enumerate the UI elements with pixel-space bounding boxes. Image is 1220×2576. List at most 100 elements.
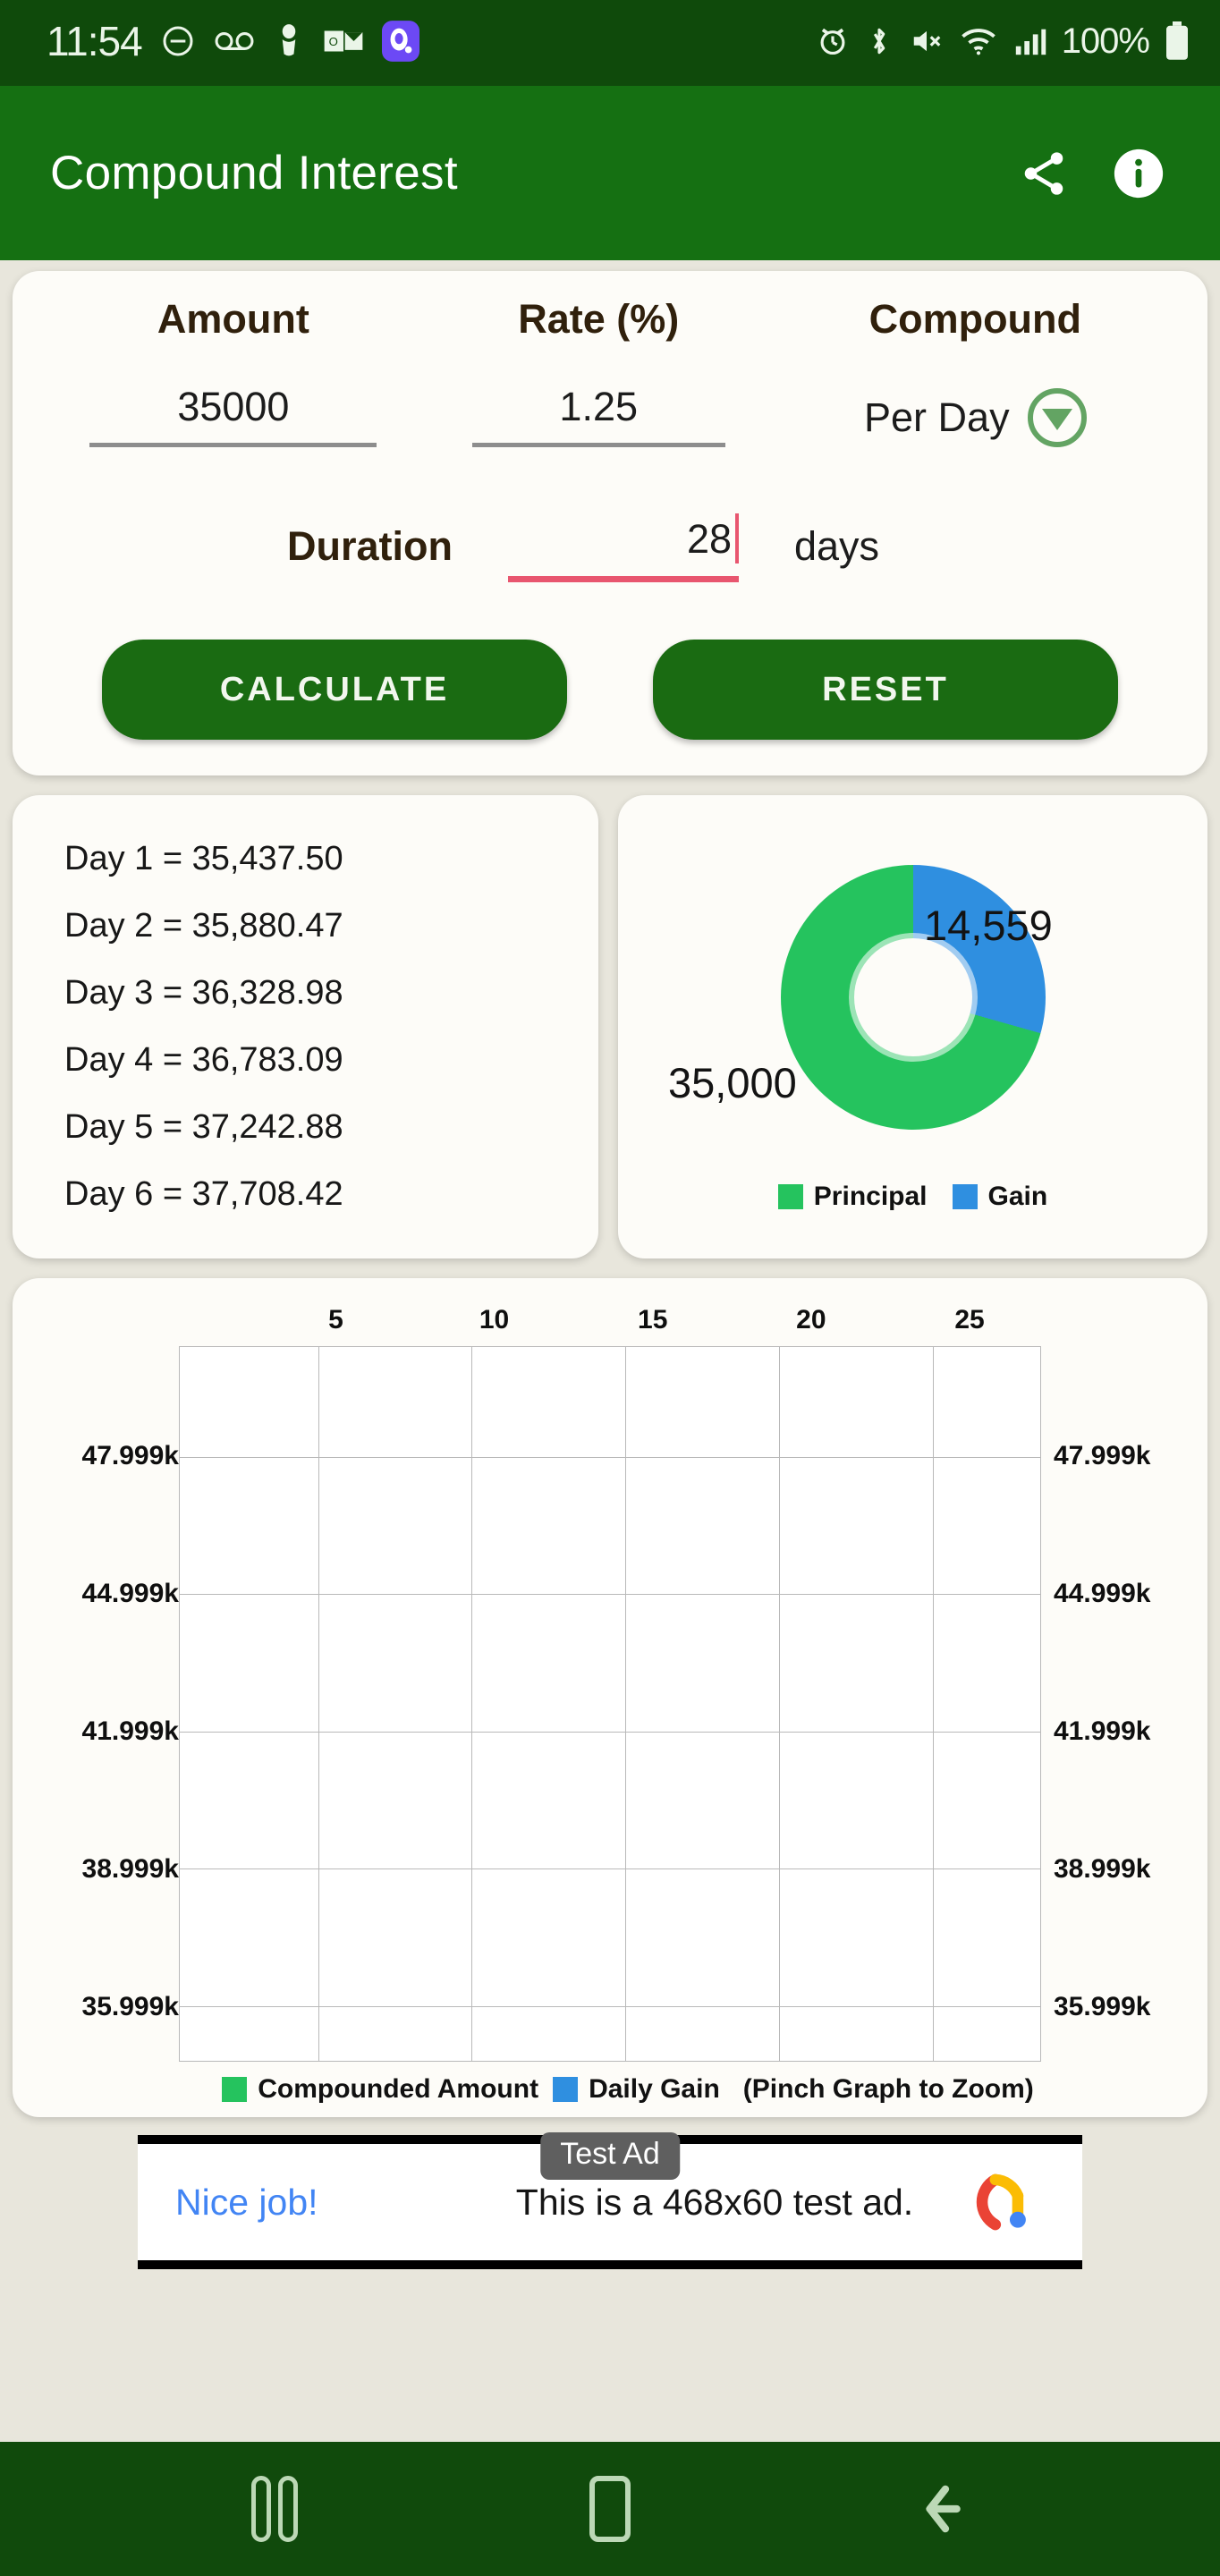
y-axis-tick-label: 47.999k	[1054, 1441, 1151, 1471]
legend-compounded-amount-label: Compounded Amount	[258, 2074, 539, 2104]
gridline	[318, 1347, 319, 2061]
x-axis-tick-label: 10	[479, 1305, 510, 1335]
duration-row: Duration 28 days	[13, 447, 1207, 582]
gridline	[180, 1456, 1040, 1458]
amount-value[interactable]: 35000	[89, 384, 377, 447]
ad-inner[interactable]: Test Ad Nice job! This is a 468x60 test …	[138, 2132, 1082, 2260]
bar-chart-x-axis: 5 10 15 20 25	[27, 1292, 1193, 1346]
bar-chart-y-axis-left: 35.999k 38.999k 41.999k 44.999k 47.999k	[27, 1346, 179, 2062]
voicemail-icon	[214, 23, 255, 59]
signal-icon	[1012, 24, 1046, 58]
legend-daily-gain-label: Daily Gain	[589, 2074, 720, 2104]
legend-gain-label: Gain	[987, 1182, 1048, 1211]
legend-swatch-gain	[952, 1184, 978, 1209]
system-navigation-bar	[0, 2442, 1220, 2576]
status-bar-left: 11:54 O	[47, 17, 419, 65]
gridline	[180, 1868, 1040, 1870]
x-axis-tick-label: 25	[954, 1305, 985, 1335]
input-card: Amount Rate (%) Compound 35000 1.25 Per …	[13, 271, 1207, 775]
bar-chart-bars	[180, 1347, 1040, 2061]
results-row: Day 1 = 35,437.50 Day 2 = 35,880.47 Day …	[13, 795, 1207, 1258]
duration-unit-label: days	[794, 523, 880, 569]
outlook-icon: O	[323, 23, 364, 59]
legend-principal: Principal	[777, 1182, 928, 1212]
list-item: Day 6 = 37,708.42	[64, 1175, 343, 1213]
bar-chart-card[interactable]: 5 10 15 20 25 35.999k 38.999k 41.999k 44.999k 47…	[13, 1278, 1207, 2117]
input-fields-row: 35000 1.25 Per Day	[13, 343, 1207, 447]
calculate-button[interactable]: CALCULATE	[102, 640, 567, 740]
bluetooth-icon	[865, 24, 894, 58]
rate-label: Rate (%)	[518, 296, 680, 342]
status-bar-right: 100%	[816, 21, 1190, 62]
rate-value[interactable]: 1.25	[471, 384, 725, 447]
list-item: Day 3 = 36,328.98	[64, 974, 343, 1012]
legend-swatch-daily-gain	[553, 2077, 579, 2102]
status-bar-clock: 11:54	[47, 18, 143, 64]
battery-percent-label: 100%	[1061, 21, 1150, 61]
status-bar: 11:54 O 100%	[0, 0, 1220, 86]
reset-button[interactable]: RESET	[653, 640, 1118, 740]
y-axis-tick-label: 38.999k	[81, 1853, 179, 1884]
y-axis-tick-label: 38.999k	[1054, 1853, 1151, 1884]
day-list-card[interactable]: Day 1 = 35,437.50 Day 2 = 35,880.47 Day …	[13, 795, 598, 1258]
action-buttons-row: CALCULATE RESET	[13, 582, 1207, 740]
y-axis-tick-label: 35.999k	[81, 1991, 179, 2021]
gridline	[180, 1594, 1040, 1596]
legend-principal-label: Principal	[813, 1182, 928, 1211]
y-axis-tick-label: 47.999k	[81, 1441, 179, 1471]
x-axis-tick-label: 20	[796, 1305, 826, 1335]
amount-label: Amount	[157, 296, 309, 342]
ad-body-text: This is a 468x60 test ad.	[515, 2181, 914, 2223]
compound-value: Per Day	[864, 394, 1010, 440]
gridline	[932, 1347, 934, 2061]
info-icon[interactable]	[1111, 146, 1166, 201]
donut-legend: Principal Gain	[643, 1176, 1182, 1212]
legend-swatch-principal	[777, 1184, 803, 1209]
compound-select[interactable]: Per Day	[770, 388, 1181, 447]
ad-badge: Test Ad	[540, 2132, 680, 2180]
share-icon[interactable]	[1018, 148, 1070, 199]
x-axis-tick-label: 5	[328, 1305, 343, 1335]
back-arrow-icon[interactable]	[892, 2455, 999, 2563]
bar-chart-y-axis-right: 35.999k 38.999k 41.999k 44.999k 47.999k	[1041, 1346, 1193, 2062]
app-bar-actions	[1018, 146, 1181, 201]
duration-value: 28	[686, 516, 732, 562]
gridline	[778, 1347, 780, 2061]
pinch-to-zoom-note: (Pinch Graph to Zoom)	[742, 2074, 1034, 2104]
legend-compounded-amount: Compounded Amount	[222, 2074, 538, 2105]
legend-gain: Gain	[952, 1182, 1048, 1212]
gridline	[471, 1347, 473, 2061]
admob-logo-icon	[959, 2159, 1045, 2245]
bar-chart-legend: Compounded Amount Daily Gain (Pinch Grap…	[27, 2062, 1193, 2105]
recents-icon[interactable]	[221, 2455, 328, 2563]
y-axis-tick-label: 35.999k	[1054, 1991, 1151, 2021]
donut-chart-card[interactable]: 14,559 35,000 Principal Gain	[618, 795, 1207, 1258]
compound-label: Compound	[868, 296, 1082, 342]
ad-banner[interactable]: Test Ad Nice job! This is a 468x60 test …	[138, 2132, 1082, 2269]
duration-label: Duration	[287, 523, 453, 569]
donut-gain-value: 14,559	[924, 902, 1053, 949]
alarm-icon	[816, 24, 850, 58]
content-area: Amount Rate (%) Compound 35000 1.25 Per …	[0, 260, 1220, 2269]
bar-chart-plot[interactable]	[179, 1346, 1041, 2062]
battery-full-icon	[1165, 21, 1190, 61]
dnd-icon	[160, 23, 196, 59]
app-bar: Compound Interest	[0, 86, 1220, 260]
legend-swatch-compounded-amount	[222, 2077, 248, 2102]
day-list: Day 1 = 35,437.50 Day 2 = 35,880.47 Day …	[64, 826, 598, 1228]
duration-input[interactable]: 28	[508, 513, 739, 582]
ad-container: Test Ad Nice job! This is a 468x60 test …	[13, 2132, 1207, 2269]
gridline	[180, 1731, 1040, 1733]
chevron-down-circle-icon[interactable]	[1027, 388, 1087, 447]
input-labels-row: Amount Rate (%) Compound	[13, 296, 1207, 343]
home-icon[interactable]	[556, 2455, 664, 2563]
ad-link[interactable]: Nice job!	[175, 2182, 470, 2224]
y-axis-tick-label: 44.999k	[81, 1578, 179, 1608]
list-item: Day 1 = 35,437.50	[64, 840, 343, 877]
list-item: Day 5 = 37,242.88	[64, 1108, 343, 1146]
bar-chart-plot-wrap: 35.999k 38.999k 41.999k 44.999k 47.999k 35.9…	[27, 1346, 1193, 2062]
amount-field[interactable]: 35000	[39, 384, 428, 447]
page-title: Compound Interest	[50, 147, 458, 199]
x-axis-tick-label: 15	[638, 1305, 668, 1335]
rate-field[interactable]: 1.25	[428, 384, 770, 447]
